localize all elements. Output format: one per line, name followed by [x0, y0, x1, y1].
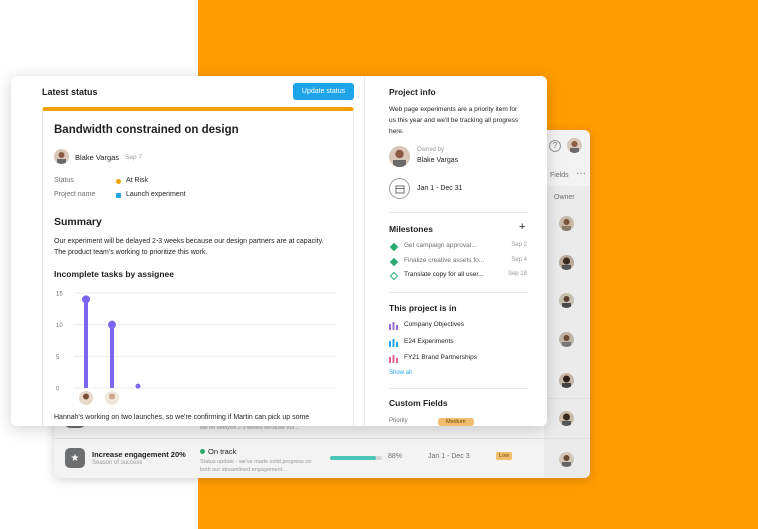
custom-fields-heading: Custom Fields: [389, 398, 448, 408]
owner-avatar[interactable]: [559, 452, 574, 467]
status-card: Latest status Update status Bandwidth co…: [11, 76, 547, 426]
owner-avatar[interactable]: [559, 332, 574, 347]
milestone-date: Sep 2: [511, 242, 527, 248]
chart-bar[interactable]: [110, 324, 114, 388]
status-label: Status: [54, 177, 74, 184]
milestone-complete-icon[interactable]: [389, 257, 399, 267]
y-tick-label: 10: [56, 323, 63, 329]
milestone-item[interactable]: Get campaign approval... Sep 2: [389, 242, 527, 254]
report-date: Sep 7: [125, 154, 142, 161]
milestone-item[interactable]: Finalize creative assets fo... Sep 4: [389, 257, 527, 269]
divider: [389, 292, 527, 293]
milestone-item[interactable]: Translate copy for all user... Sep 18: [389, 271, 527, 283]
goal-title[interactable]: Increase engagement 20%: [92, 450, 186, 459]
owner-avatar[interactable]: [559, 216, 574, 231]
status-indicator: [200, 449, 205, 454]
owned-by-label: Owned by: [417, 147, 445, 153]
y-tick-label: 15: [56, 292, 63, 298]
table-toolbar-icons: ?: [549, 138, 582, 153]
portfolio-icon: [389, 339, 398, 347]
chart-point[interactable]: [135, 383, 141, 389]
latest-status-pane: Latest status Update status Bandwidth co…: [11, 76, 364, 426]
milestone-complete-icon[interactable]: [389, 242, 399, 252]
owner-column-header: Owner: [554, 194, 575, 201]
report-title: Bandwidth constrained on design: [54, 124, 239, 136]
milestone-date: Sep 4: [511, 257, 527, 263]
chart-point[interactable]: [108, 320, 116, 329]
project-name-value[interactable]: Launch experiment: [126, 191, 186, 198]
priority-badge: Low: [496, 452, 513, 460]
summary-text: Our experiment will be delayed 2-3 weeks…: [54, 238, 324, 256]
incomplete-tasks-chart: 15 10 5 0: [56, 292, 336, 405]
progress-percent: 88%: [388, 453, 403, 460]
fields-label[interactable]: Fields: [550, 172, 569, 179]
project-in-heading: This project is in: [389, 303, 457, 313]
project-name-label: Project name: [54, 191, 96, 198]
status-value: At Risk: [126, 177, 149, 184]
chart-bar[interactable]: [84, 299, 88, 388]
project-info-pane: Project info Web page experiments are a …: [364, 76, 547, 426]
table-row[interactable]: ★ Increase engagement 20% Season of succ…: [54, 438, 590, 478]
goal-status: On track: [208, 447, 237, 456]
project-date-range[interactable]: Jan 1 - Dec 31: [417, 185, 463, 192]
owner-avatar[interactable]: [389, 146, 410, 167]
portfolio-label: FY21 Brand Partnerships: [404, 354, 477, 361]
latest-status-heading: Latest status: [42, 87, 98, 97]
assignee-avatar-face: [109, 393, 115, 400]
portfolio-label: E24 Experiments: [404, 338, 454, 345]
owner-avatar[interactable]: [559, 373, 574, 388]
avatar[interactable]: [567, 138, 582, 153]
report-footer-text: Hannah's working on two launches, so we'…: [54, 414, 310, 421]
update-status-button[interactable]: Update status: [293, 83, 354, 100]
chart-point[interactable]: [82, 295, 90, 304]
custom-field-label: Priority: [389, 418, 408, 424]
goal-date-range: Jan 1 - Dec 3: [428, 453, 470, 460]
summary-heading: Summary: [54, 216, 102, 228]
portfolio-icon: [389, 355, 398, 363]
more-icon[interactable]: ···: [576, 168, 586, 179]
goal-subtitle: Season of success: [92, 460, 143, 466]
custom-field-value[interactable]: Medium: [438, 418, 474, 426]
at-risk-dot: [116, 179, 121, 184]
author-name[interactable]: Blake Vargas: [75, 153, 119, 162]
help-icon[interactable]: ?: [549, 139, 561, 152]
add-milestone-icon[interactable]: +: [519, 221, 525, 233]
calendar-icon[interactable]: [389, 178, 410, 199]
project-color-square: [116, 193, 121, 198]
divider: [389, 212, 527, 213]
owner-name[interactable]: Blake Vargas: [417, 157, 458, 164]
goal-status-update: Status update - we've made solid progres…: [200, 459, 312, 473]
y-tick-label: 5: [56, 355, 60, 361]
divider: [389, 388, 527, 389]
chart-heading: Incomplete tasks by assignee: [54, 269, 174, 279]
portfolio-icon: [389, 322, 398, 330]
owner-avatar[interactable]: [559, 293, 574, 308]
milestone-incomplete-icon[interactable]: [389, 271, 399, 281]
owner-avatar[interactable]: [559, 255, 574, 270]
milestone-date: Sep 18: [507, 271, 527, 277]
star-goal-icon: ★: [65, 448, 85, 468]
author-avatar[interactable]: [54, 149, 69, 164]
progress-bar-fill: [330, 456, 376, 460]
portfolio-label: Company Objectives: [404, 321, 464, 328]
milestone-label: Get campaign approval...: [404, 242, 477, 249]
assignee-avatar-face: [83, 393, 89, 400]
milestone-label: Translate copy for all user...: [404, 271, 484, 278]
project-info-heading: Project info: [389, 87, 436, 97]
milestone-label: Finalize creative assets fo...: [404, 257, 485, 264]
show-all-link[interactable]: Show all: [389, 370, 412, 376]
milestones-heading: Milestones: [389, 224, 433, 234]
status-report: Bandwidth constrained on design Blake Va…: [42, 107, 354, 426]
progress-bar: [330, 456, 382, 460]
y-tick-label: 0: [56, 387, 60, 393]
project-description: Web page experiments are a priority item…: [389, 106, 519, 135]
